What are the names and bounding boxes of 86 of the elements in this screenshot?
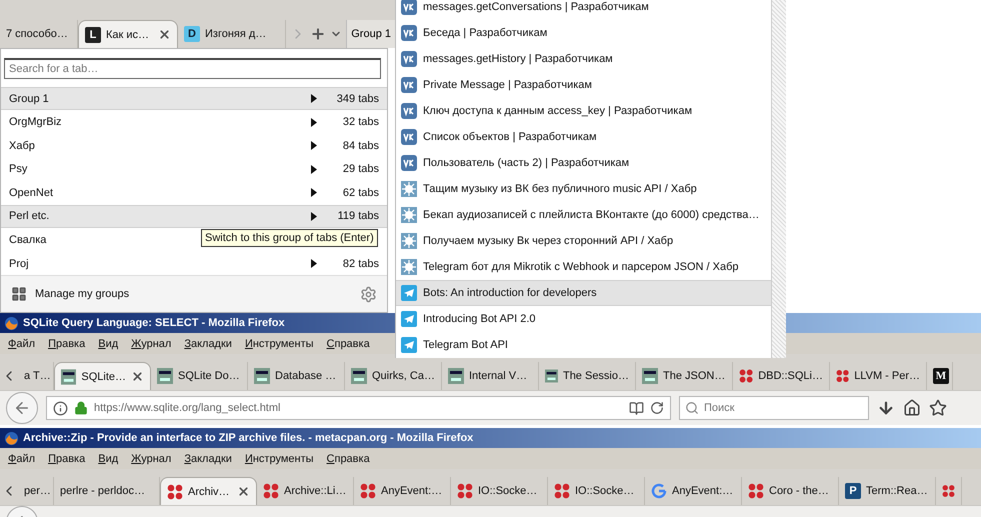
browser-logo-icon	[4, 430, 19, 446]
expand-arrow-icon[interactable]	[311, 259, 317, 268]
four-dots-icon	[457, 483, 473, 499]
search-icon	[685, 401, 699, 415]
g-logo-icon	[651, 483, 667, 499]
starburst-icon	[401, 259, 417, 275]
menu-item[interactable]: Справка	[322, 452, 374, 464]
grid-icon[interactable]	[11, 286, 27, 302]
starburst-icon	[401, 233, 417, 249]
expand-arrow-icon[interactable]	[311, 94, 317, 104]
database-logo-icon	[61, 368, 76, 384]
database-logo-icon	[254, 368, 270, 384]
close-icon[interactable]	[237, 485, 250, 498]
browser-tab[interactable]: SQLite…	[54, 362, 151, 390]
square-logo-icon	[401, 51, 417, 67]
starburst-icon	[401, 207, 417, 223]
group-button[interactable]: Group 1	[346, 20, 395, 48]
four-dots-icon	[836, 368, 850, 384]
square-logo-icon	[401, 155, 417, 171]
browser-tab[interactable]: L Как ис…	[78, 20, 178, 48]
window-title: SQLite Query Language: SELECT - Mozilla Firefox	[23, 317, 285, 329]
expand-arrow-icon[interactable]	[311, 164, 317, 174]
four-dots-icon	[360, 483, 376, 499]
database-logo-icon	[545, 368, 558, 384]
menu-item[interactable]: Вид	[94, 338, 122, 350]
close-icon[interactable]	[158, 28, 171, 41]
menu-item[interactable]: Вид	[94, 452, 122, 464]
group-row[interactable]: Perl etc. 119 tabs	[1, 204, 387, 228]
four-dots-icon	[554, 483, 570, 499]
letter-logo-icon: D	[184, 26, 200, 42]
menu-item[interactable]: Закладки	[180, 452, 236, 464]
tooltip: Switch to this group of tabs (Enter)	[201, 229, 378, 247]
back-button[interactable]	[6, 392, 38, 424]
menu-item[interactable]: Правка	[44, 452, 90, 464]
star-icon[interactable]	[929, 399, 947, 417]
expand-arrow-icon[interactable]	[311, 141, 317, 150]
paper-plane-icon	[401, 311, 417, 327]
reader-icon[interactable]	[629, 400, 644, 416]
menu-item[interactable]: Журнал	[127, 338, 176, 350]
home-icon[interactable]	[903, 399, 921, 417]
download-icon[interactable]	[877, 399, 895, 417]
square-logo-icon	[401, 0, 417, 15]
square-logo-icon	[401, 103, 417, 119]
expand-arrow-icon[interactable]	[311, 212, 317, 221]
letter-logo-icon: M	[933, 368, 949, 384]
browser-logo-icon	[4, 316, 19, 330]
square-logo-icon	[401, 25, 417, 41]
group-row[interactable]: Group 1 349 tabs	[1, 86, 387, 110]
four-dots-icon	[942, 483, 955, 499]
menu-item[interactable]: Справка	[322, 338, 374, 350]
starburst-icon	[401, 181, 417, 197]
menu-item[interactable]: Инструменты	[240, 338, 318, 350]
expand-arrow-icon[interactable]	[311, 118, 317, 127]
close-icon[interactable]	[131, 370, 144, 383]
tab-list-item[interactable]: Bots: An introduction for developers	[396, 280, 771, 306]
info-icon[interactable]	[53, 400, 68, 416]
search-field[interactable]: Поиск	[679, 396, 869, 420]
database-logo-icon	[448, 368, 464, 384]
menu-item[interactable]: Правка	[44, 338, 90, 350]
window-title: Archive::Zip - Provide an interface to ZIP archive files. - metacpan.org - Mozilla Firefox	[23, 432, 474, 444]
lock-icon	[74, 401, 88, 415]
letter-logo-icon: L	[85, 26, 101, 42]
database-logo-icon	[351, 368, 367, 384]
four-dots-icon	[167, 484, 183, 500]
square-logo-icon	[401, 129, 417, 145]
four-dots-icon	[263, 483, 279, 499]
menu-item[interactable]: Файл	[4, 452, 40, 464]
browser-tab[interactable]: Archiv…	[160, 477, 257, 505]
manage-groups-link[interactable]: Manage my groups	[35, 288, 352, 300]
address-field[interactable]: https://www.sqlite.org/lang_select.html	[46, 396, 671, 420]
four-dots-icon	[748, 483, 764, 499]
four-dots-icon	[739, 368, 754, 384]
paper-plane-icon	[401, 337, 417, 353]
settings-icon[interactable]	[360, 286, 377, 303]
database-logo-icon	[642, 368, 658, 384]
menu-item[interactable]: Файл	[4, 338, 40, 350]
reload-icon[interactable]	[650, 401, 664, 415]
expand-arrow-icon[interactable]	[311, 188, 317, 198]
letter-logo-icon: P	[845, 483, 861, 499]
menu-item[interactable]: Закладки	[180, 338, 236, 350]
database-logo-icon	[157, 368, 173, 384]
menu-item[interactable]: Инструменты	[240, 452, 318, 464]
square-logo-icon	[401, 77, 417, 93]
paper-plane-icon	[401, 285, 417, 301]
menu-item[interactable]: Журнал	[127, 452, 176, 464]
search-field[interactable]: Search for a tab…	[4, 58, 381, 79]
